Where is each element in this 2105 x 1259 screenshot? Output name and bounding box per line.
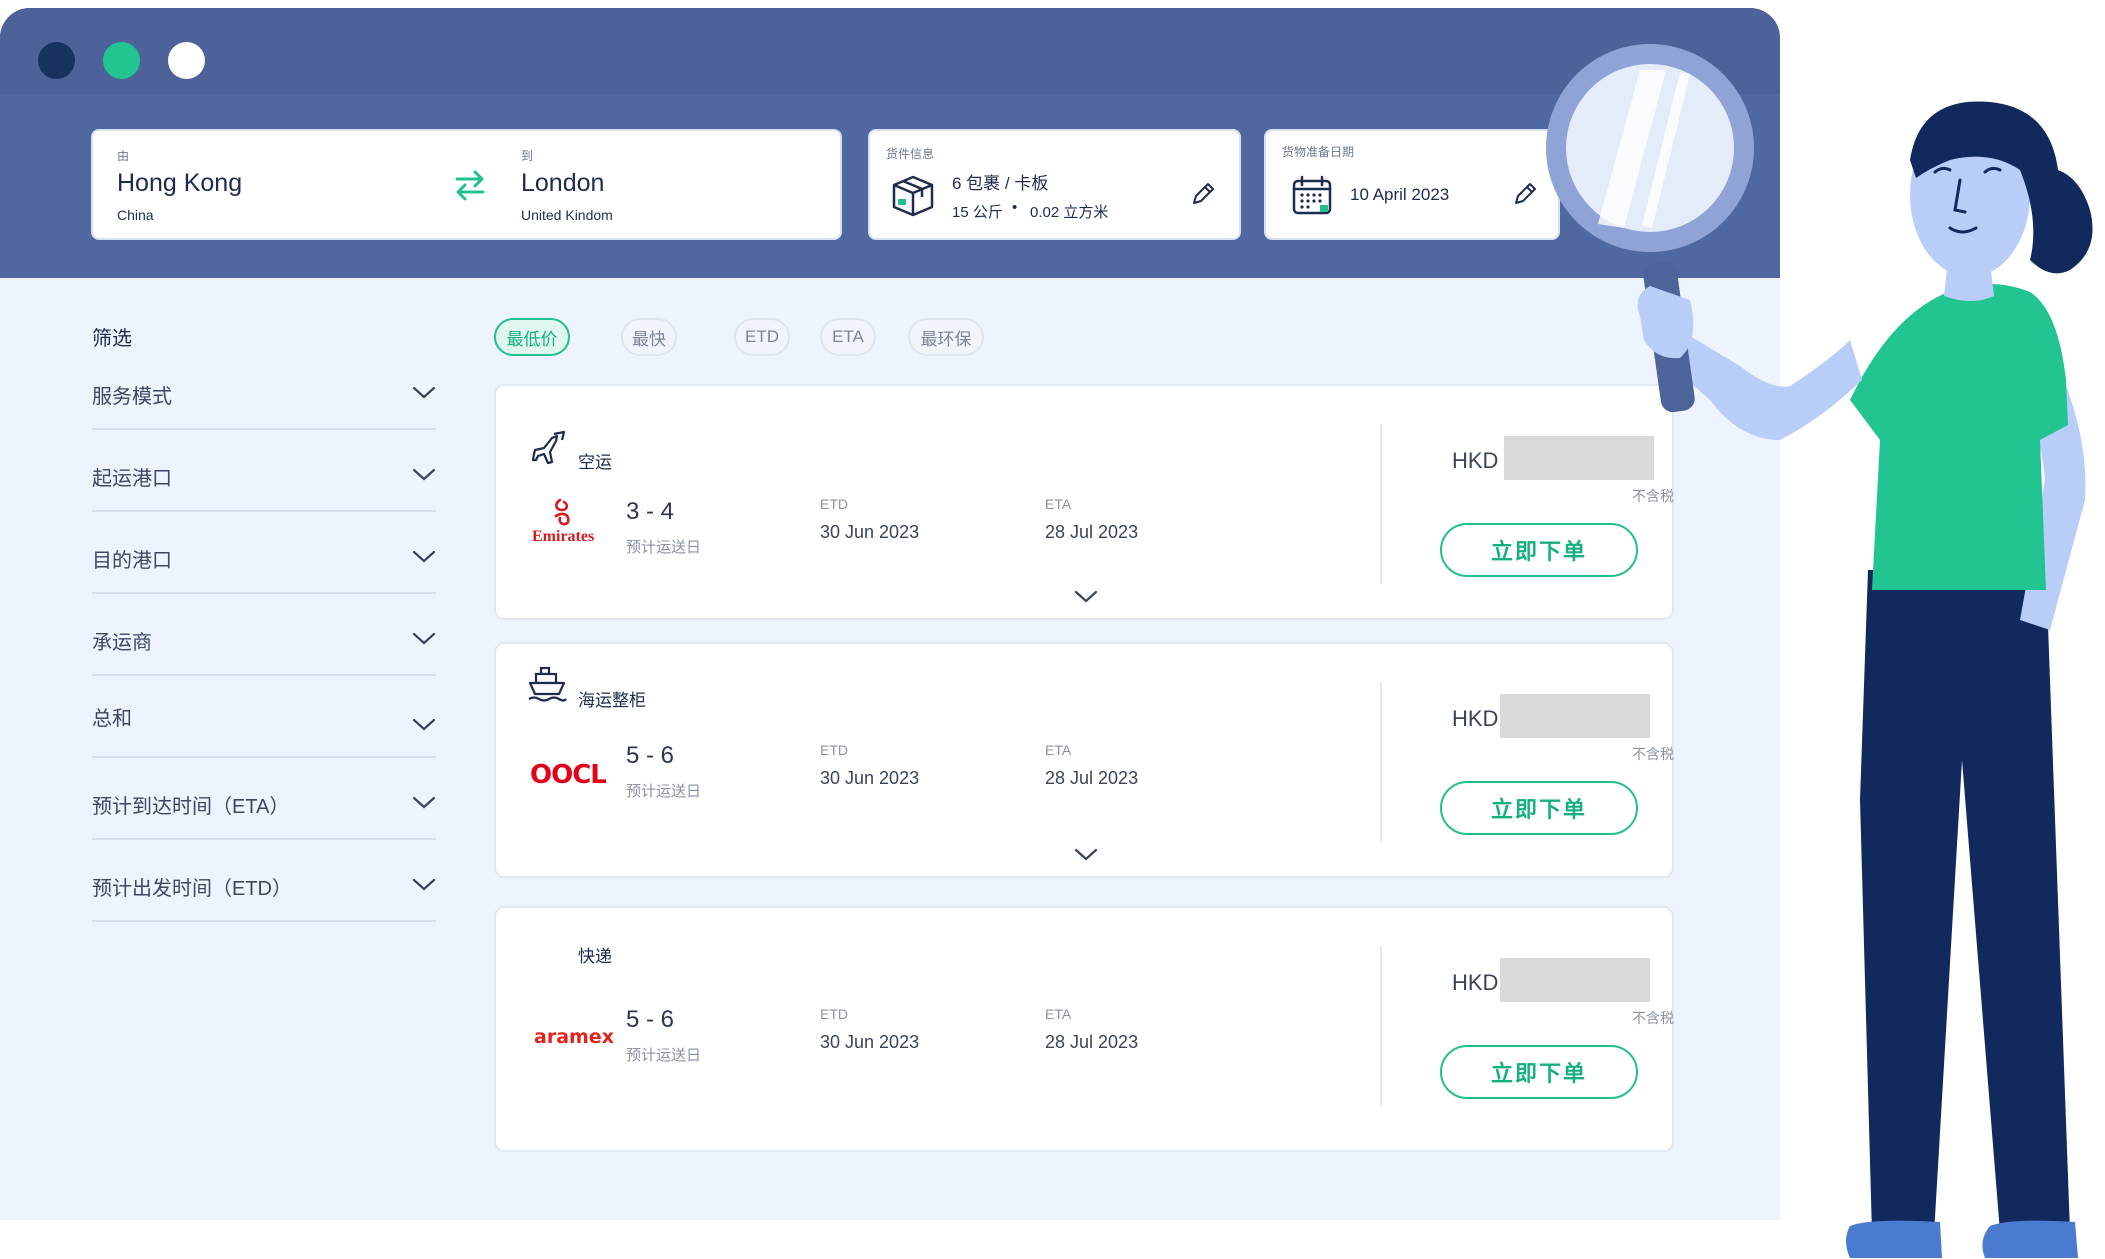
chevron-down-icon[interactable]	[412, 718, 436, 732]
ready-date-label: 货物准备日期	[1282, 145, 1355, 159]
filter-label: 服务模式	[92, 386, 172, 408]
transit-days: 5 - 6	[626, 1006, 675, 1033]
chevron-down-icon[interactable]	[412, 632, 436, 646]
etd-label: ETD	[820, 1006, 848, 1022]
sort-chip-fastest[interactable]: 最快	[621, 318, 677, 356]
transit-days-label: 预计运送日	[626, 783, 702, 800]
from-country: China	[117, 207, 154, 223]
etd-value: 30 Jun 2023	[820, 1032, 920, 1052]
currency-label: HKD	[1452, 706, 1499, 731]
cargo-label: 货件信息	[886, 147, 935, 161]
etd-label: ETD	[820, 742, 848, 758]
airplane-icon	[532, 430, 566, 465]
chevron-down-icon[interactable]	[412, 878, 436, 892]
service-mode-label: 快递	[578, 947, 612, 966]
filter-row[interactable]: 起运港口	[92, 430, 436, 512]
swap-arrows-icon[interactable]	[453, 167, 487, 203]
currency-label: HKD	[1452, 448, 1499, 473]
filter-row[interactable]: 预计出发时间（ETD）	[92, 840, 436, 922]
ship-icon	[528, 666, 567, 702]
ready-date-value: 10 April 2023	[1350, 185, 1450, 204]
sort-chip-eta[interactable]: ETA	[820, 318, 876, 356]
package-box-icon	[892, 175, 934, 217]
cargo-card[interactable]: 货件信息 6 包裹 / 卡板 15 公斤 • 0.02 立方米	[868, 129, 1241, 240]
sort-chip-lowest-price[interactable]: 最低价	[494, 318, 570, 356]
result-card-sea[interactable]: 海运整柜 OOCL 5 - 6 预计运送日 ETD 30 Jun 2023 ET…	[494, 642, 1674, 878]
window-dot-minimize[interactable]	[103, 42, 140, 79]
filter-row[interactable]: 总和	[92, 676, 436, 758]
to-country: United Kindom	[521, 207, 613, 223]
transit-days-label: 预计运送日	[626, 539, 702, 556]
filter-label: 预计到达时间（ETA）	[92, 796, 290, 818]
window-dot-maximize[interactable]	[168, 42, 205, 79]
filter-row[interactable]: 目的港口	[92, 512, 436, 594]
cargo-separator-dot: •	[1012, 199, 1018, 216]
filter-row[interactable]: 预计到达时间（ETA）	[92, 758, 436, 840]
filter-label: 总和	[92, 708, 132, 730]
chevron-down-icon[interactable]	[412, 468, 436, 482]
chevron-down-icon[interactable]	[1074, 848, 1098, 862]
eta-value: 28 Jul 2023	[1045, 522, 1139, 542]
eta-value: 28 Jul 2023	[1045, 768, 1139, 788]
sidebar-title: 筛选	[92, 328, 132, 350]
to-label: 到	[521, 149, 534, 163]
chevron-down-icon[interactable]	[412, 386, 436, 400]
etd-label: ETD	[820, 496, 848, 512]
eta-label: ETA	[1045, 742, 1072, 758]
from-city: Hong Kong	[117, 169, 243, 197]
filter-label: 承运商	[92, 632, 152, 654]
woman-with-magnifier-illustration	[1546, 44, 2093, 1258]
filter-label: 预计出发时间（ETD）	[92, 878, 292, 900]
eta-label: ETA	[1045, 1006, 1072, 1022]
eta-label: ETA	[1045, 496, 1072, 512]
cargo-weight: 15 公斤	[952, 204, 1003, 221]
carrier-name: Emirates	[532, 528, 595, 545]
edit-pencil-icon[interactable]	[1190, 181, 1216, 207]
carrier-name: aramex	[534, 1026, 614, 1048]
chevron-down-icon[interactable]	[412, 550, 436, 564]
sort-chip-etd[interactable]: ETD	[734, 318, 790, 356]
window-dot-close[interactable]	[38, 42, 75, 79]
service-mode-label: 海运整柜	[578, 691, 646, 710]
from-label: 由	[117, 149, 130, 163]
currency-label: HKD	[1452, 970, 1499, 995]
route-card[interactable]: 由 Hong Kong China 到 London United Kindom	[91, 129, 842, 240]
cargo-volume: 0.02 立方米	[1030, 204, 1109, 221]
result-card-express[interactable]: 快递 aramex 5 - 6 预计运送日 ETD 30 Jun 2023 ET…	[494, 906, 1674, 1152]
etd-value: 30 Jun 2023	[820, 522, 920, 542]
carrier-name: OOCL	[530, 760, 607, 790]
transit-days: 5 - 6	[626, 742, 675, 769]
chevron-down-icon[interactable]	[1074, 590, 1098, 604]
chevron-down-icon[interactable]	[412, 796, 436, 810]
eta-value: 28 Jul 2023	[1045, 1032, 1139, 1052]
sort-chip-greenest[interactable]: 最环保	[908, 318, 984, 356]
filter-row[interactable]: 承运商	[92, 594, 436, 676]
result-card-air[interactable]: 空运 Emirates 3 - 4 预计运送日 ETD 30 Jun 2023 …	[494, 384, 1674, 620]
filter-label: 起运港口	[92, 468, 172, 490]
to-city: London	[521, 169, 605, 197]
transit-days: 3 - 4	[626, 498, 675, 525]
etd-value: 30 Jun 2023	[820, 768, 920, 788]
calendar-icon	[1292, 175, 1332, 215]
filter-row[interactable]: 服务模式	[92, 348, 436, 430]
transit-days-label: 预计运送日	[626, 1047, 702, 1064]
service-mode-label: 空运	[578, 453, 612, 472]
filter-label: 目的港口	[92, 550, 172, 572]
cargo-main: 6 包裹 / 卡板	[952, 174, 1049, 193]
